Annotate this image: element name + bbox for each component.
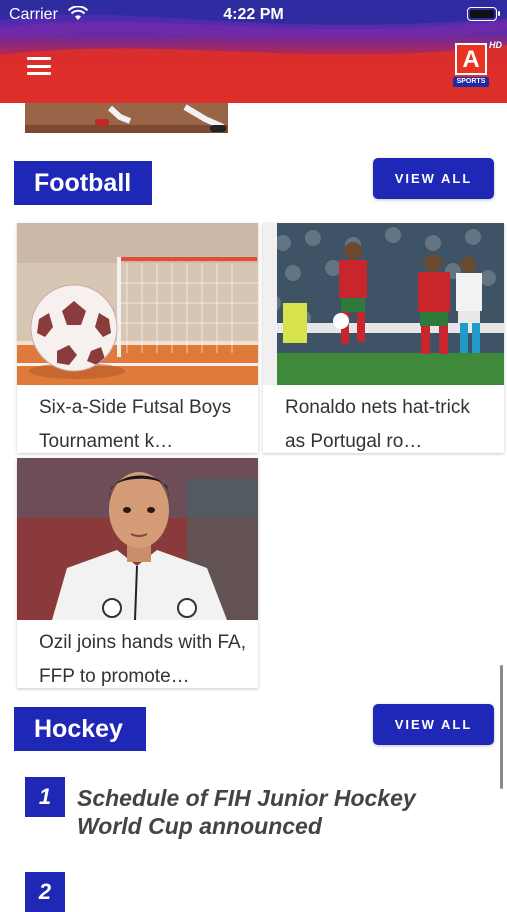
hamburger-menu-icon[interactable] (27, 57, 51, 75)
app-header: Carrier 4:22 PM A HD SPORTS (0, 0, 507, 103)
ozil-image (17, 458, 258, 620)
logo-sports-label: SPORTS (453, 77, 489, 87)
football-card-ronaldo[interactable]: Ronaldo nets hat-trick as Portugal ro… (263, 223, 504, 453)
futsal-image (17, 223, 258, 385)
status-bar: Carrier 4:22 PM (0, 0, 507, 30)
hockey-view-all-button[interactable]: VIEW ALL (373, 704, 494, 745)
previous-article-image[interactable] (25, 103, 228, 133)
section-title-hockey: Hockey (14, 707, 146, 751)
hockey-item-title[interactable]: Schedule of FIH Junior Hockey World Cup … (77, 784, 467, 840)
battery-icon (467, 7, 500, 21)
logo-letter: A (462, 46, 480, 73)
rank-badge-2: 2 (25, 872, 65, 912)
card-title: Six-a-Side Futsal Boys Tournament k… (39, 397, 232, 452)
football-view-all-button[interactable]: VIEW ALL (373, 158, 494, 199)
rank-badge-1: 1 (25, 777, 65, 817)
scrollbar[interactable] (500, 665, 503, 789)
logo-hd-badge: HD (489, 40, 502, 50)
football-card-ozil[interactable]: Ozil joins hands with FA, FFP to promote… (17, 458, 258, 688)
logo-mark: A (455, 43, 487, 75)
ronaldo-image (263, 223, 504, 385)
app-logo[interactable]: A HD SPORTS (452, 40, 502, 90)
section-title-football: Football (14, 161, 152, 205)
card-title: Ronaldo nets hat-trick as Portugal ro… (285, 397, 470, 452)
status-time: 4:22 PM (223, 6, 284, 23)
card-title: Ozil joins hands with FA, FFP to promote… (39, 632, 246, 687)
football-card-futsal[interactable]: Six-a-Side Futsal Boys Tournament k… (17, 223, 258, 453)
